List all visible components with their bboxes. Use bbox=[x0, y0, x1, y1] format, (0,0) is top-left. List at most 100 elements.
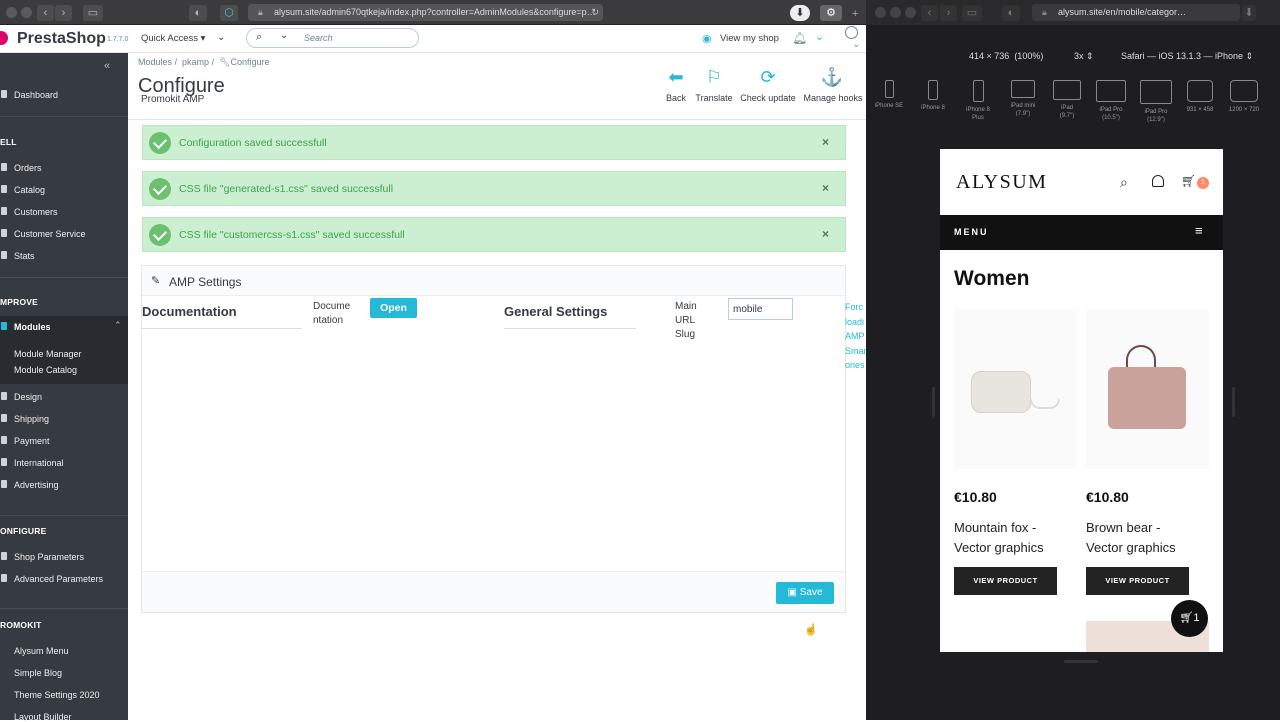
close-icon[interactable]: × bbox=[822, 135, 829, 149]
window-minimize-button[interactable] bbox=[21, 7, 32, 18]
window-close-button-right[interactable] bbox=[875, 7, 886, 18]
sidebar-item-catalog[interactable]: Catalog bbox=[14, 185, 45, 195]
reload-icon[interactable]: ↻ bbox=[591, 4, 599, 21]
floating-cart-button[interactable]: 🛒︎1 bbox=[1171, 600, 1208, 637]
sidebar-item-international[interactable]: International bbox=[14, 458, 64, 468]
device-preset[interactable]: 931 × 458 bbox=[1180, 80, 1220, 114]
manage-hooks-button[interactable]: Manage hooks bbox=[802, 93, 864, 103]
sidebar-item-customers[interactable]: Customers bbox=[14, 207, 58, 217]
device-preset[interactable]: iPad (9.7") bbox=[1047, 80, 1087, 120]
sidebar-item-dashboard[interactable]: Dashboard bbox=[14, 90, 58, 100]
sidebar-item-theme-settings[interactable]: Theme Settings 2020 bbox=[14, 690, 100, 700]
device-preset[interactable]: iPad Pro (10.5") bbox=[1091, 80, 1131, 122]
sidebar-item-payment[interactable]: Payment bbox=[14, 436, 50, 446]
window-minimize-button-right[interactable] bbox=[890, 7, 901, 18]
product-image-bag-pink[interactable] bbox=[1086, 309, 1209, 469]
back-arrow-icon[interactable]: ⬅ bbox=[664, 67, 688, 88]
sidebar-item-customer-service[interactable]: Customer Service bbox=[14, 229, 86, 239]
view-shop-link[interactable]: View my shop bbox=[720, 33, 779, 44]
sidebar-item-stats[interactable]: Stats bbox=[14, 251, 35, 261]
sidebar-item-module-manager[interactable]: Module Manager bbox=[14, 349, 82, 359]
view-product-button[interactable]: VIEW PRODUCT bbox=[954, 567, 1057, 595]
side-help-text-line: Smar bbox=[845, 345, 867, 356]
sidebar-item-simple-blog[interactable]: Simple Blog bbox=[14, 668, 62, 678]
open-documentation-button[interactable]: Open bbox=[370, 298, 417, 318]
prestashop-logo[interactable]: PrestaShop bbox=[17, 30, 106, 48]
check-update-button[interactable]: Check update bbox=[738, 93, 798, 103]
sidebar-item-module-catalog[interactable]: Module Catalog bbox=[14, 365, 77, 375]
close-icon[interactable]: × bbox=[822, 181, 829, 195]
resize-handle-bottom[interactable] bbox=[1064, 660, 1098, 663]
device-preset[interactable]: iPhone 8 Plus bbox=[958, 80, 998, 122]
window-zoom-button-right[interactable] bbox=[905, 7, 916, 18]
sidebar-toggle-icon[interactable]: ▭ bbox=[83, 5, 103, 21]
sidebar-item-advertising[interactable]: Advertising bbox=[14, 480, 59, 490]
translate-button[interactable]: Translate bbox=[694, 93, 734, 103]
device-preset[interactable]: iPad mini (7.9") bbox=[1003, 80, 1043, 118]
extension-icon[interactable]: ⬡ bbox=[220, 5, 238, 21]
address-bar-right[interactable]: 🔒︎ alysum.site/en/mobile/categor… bbox=[1032, 4, 1240, 21]
sidebar-toggle-icon-right[interactable]: ▭ bbox=[962, 5, 982, 21]
bag-handle-illustration bbox=[1126, 345, 1156, 367]
back-button[interactable]: Back bbox=[660, 93, 692, 103]
employee-chevron-icon[interactable]: ⌄ bbox=[852, 39, 860, 50]
device-preset[interactable]: iPhone SE bbox=[869, 80, 909, 110]
employee-avatar-icon[interactable] bbox=[845, 26, 858, 39]
sidebar-item-modules[interactable]: Modules ⌃ bbox=[0, 316, 128, 336]
sidebar-item-shop-parameters[interactable]: Shop Parameters bbox=[14, 552, 84, 562]
product-name[interactable]: Mountain fox - Vector graphics bbox=[954, 518, 1044, 558]
refresh-icon[interactable]: ⟳ bbox=[756, 67, 780, 88]
phone-icon bbox=[884, 80, 894, 98]
sidebar-item-shipping[interactable]: Shipping bbox=[14, 414, 49, 424]
close-icon[interactable]: × bbox=[822, 227, 829, 241]
address-bar[interactable]: 🔒︎ alysum.site/admin670qtkeja/index.php?… bbox=[248, 4, 603, 21]
device-preset-label: iPhone SE bbox=[874, 103, 904, 109]
product-image-bag-white[interactable] bbox=[954, 309, 1077, 469]
new-tab-icon[interactable]: + bbox=[852, 8, 858, 20]
device-preset[interactable]: iPad Pro (12.9") bbox=[1136, 80, 1176, 124]
back-nav-icon-right[interactable]: ‹ bbox=[921, 5, 938, 21]
collapse-sidebar-icon[interactable]: « bbox=[104, 60, 110, 72]
pixel-ratio-select[interactable]: 3x ⇕ bbox=[1074, 51, 1094, 62]
quick-access-menu[interactable]: Quick Access ▾ bbox=[141, 33, 205, 44]
main-url-slug-input[interactable]: mobile bbox=[728, 298, 793, 320]
search-dropdown-chevron-icon[interactable]: ⌄ bbox=[280, 30, 288, 41]
forward-nav-icon-right[interactable]: › bbox=[940, 5, 957, 21]
sidebar-item-layout-builder[interactable]: Layout Builder bbox=[14, 712, 72, 722]
hamburger-icon[interactable]: ≡ bbox=[1195, 223, 1203, 238]
chevron-down-icon[interactable]: ⌄ bbox=[217, 32, 225, 43]
product-name[interactable]: Brown bear - Vector graphics bbox=[1086, 518, 1176, 558]
device-preset[interactable]: 1200 × 720 bbox=[1224, 80, 1264, 114]
cart-icon[interactable]: 🛒︎ bbox=[1181, 174, 1196, 188]
save-button[interactable]: ▣ Save bbox=[776, 582, 834, 604]
search-input[interactable]: ⌕ ⌄ Search bbox=[246, 28, 419, 48]
privacy-shield-icon[interactable]: ◐ bbox=[189, 5, 207, 21]
flag-icon[interactable]: ⚐ bbox=[702, 67, 726, 88]
view-product-button[interactable]: VIEW PRODUCT bbox=[1086, 567, 1189, 595]
privacy-shield-icon-right[interactable]: ◐ bbox=[1002, 5, 1020, 21]
forward-nav-icon[interactable]: › bbox=[55, 5, 72, 21]
store-logo[interactable]: ALYSUM bbox=[956, 171, 1047, 194]
breadcrumb-pkamp[interactable]: pkamp bbox=[182, 57, 209, 67]
sidebar-item-orders[interactable]: Orders bbox=[14, 163, 42, 173]
resize-handle-left[interactable] bbox=[932, 387, 935, 417]
user-account-icon[interactable] bbox=[1152, 175, 1164, 187]
notifications-chevron-icon[interactable]: ⌄ bbox=[815, 30, 824, 43]
device-preset[interactable]: iPhone 8 bbox=[913, 80, 953, 112]
anchor-icon[interactable]: ⚓ bbox=[820, 67, 844, 88]
sidebar-item-alysum-menu[interactable]: Alysum Menu bbox=[14, 646, 69, 656]
download-icon-right[interactable]: ⬇ bbox=[1242, 5, 1256, 21]
settings-gear-icon[interactable]: ⚙ bbox=[820, 5, 842, 21]
download-icon[interactable]: ⬇ bbox=[790, 5, 810, 21]
resize-handle-right[interactable] bbox=[1232, 387, 1235, 417]
sidebar-item-advanced-parameters[interactable]: Advanced Parameters bbox=[14, 574, 103, 584]
back-nav-icon[interactable]: ‹ bbox=[37, 5, 54, 21]
window-close-button[interactable] bbox=[6, 7, 17, 18]
notifications-bell-icon[interactable]: 🔔︎ bbox=[792, 31, 807, 45]
search-icon[interactable]: ⌕ bbox=[1120, 174, 1128, 191]
breadcrumb-modules[interactable]: Modules bbox=[138, 57, 172, 67]
device-user-agent-select[interactable]: Safari — iOS 13.1.3 — iPhone ⇕ bbox=[1121, 51, 1253, 62]
sidebar-item-design[interactable]: Design bbox=[14, 392, 42, 402]
mobile-menu-bar[interactable]: MENU ≡ bbox=[940, 215, 1223, 250]
modules-submenu bbox=[0, 336, 128, 384]
